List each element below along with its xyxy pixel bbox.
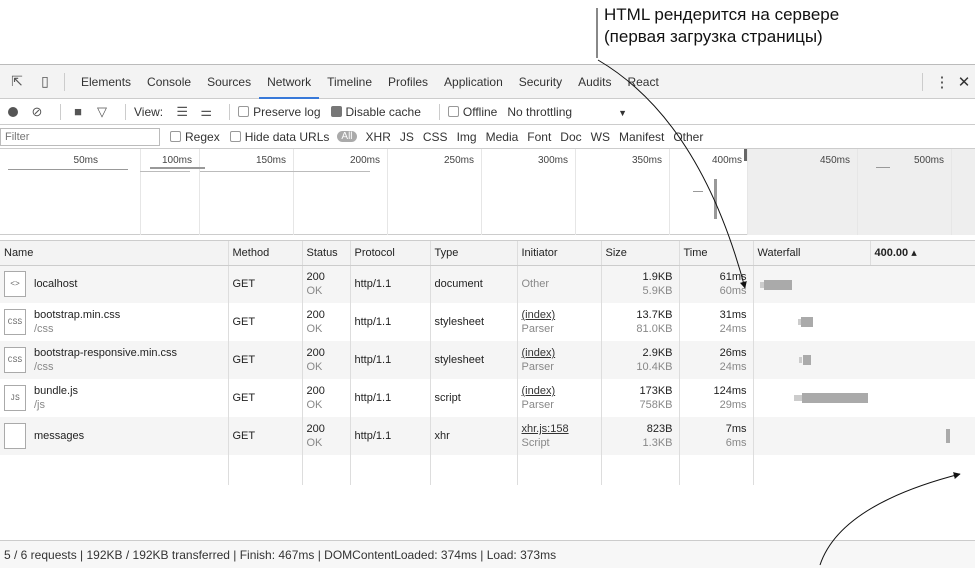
annotation-arrow-to-messages — [819, 472, 961, 566]
annotation-arrows — [596, 8, 961, 566]
annotation-arrow-to-time — [597, 59, 747, 289]
